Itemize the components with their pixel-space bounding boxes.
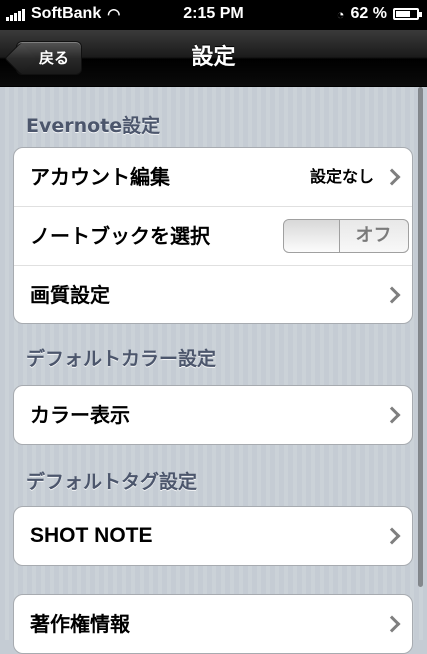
chevron-right-icon: [383, 286, 401, 304]
row-label: アカウント編集: [30, 165, 170, 189]
group-default-tag: SHOT NOTE: [13, 506, 413, 566]
section-header-default-color: デフォルトカラー設定: [26, 348, 217, 370]
row-detail: 設定なし: [309, 167, 374, 186]
alarm-clock-icon: ◔: [336, 6, 345, 22]
row-copyright-info[interactable]: 著作権情報: [14, 595, 412, 653]
toggle-knob: [284, 220, 340, 252]
toggle-state-label: オフ: [355, 225, 392, 246]
navigation-bar: 設定 戻る: [0, 30, 427, 87]
section-header-default-tag: デフォルトタグ設定: [26, 471, 198, 493]
row-label: SHOT NOTE: [30, 524, 153, 547]
chevron-right-icon: [383, 527, 401, 545]
chevron-right-icon: [383, 615, 401, 633]
vertical-scrollbar[interactable]: [418, 87, 423, 587]
status-bar: SoftBank ◠ 2:15 PM ◔ 62 %: [0, 0, 427, 30]
row-shot-note[interactable]: SHOT NOTE: [14, 507, 412, 565]
group-evernote: アカウント編集 設定なし ノートブックを選択 オフ 画質設定: [13, 147, 413, 324]
row-notebook-select: ノートブックを選択 オフ: [14, 207, 412, 266]
battery-percent: 62 %: [350, 5, 387, 22]
row-image-quality[interactable]: 画質設定: [14, 266, 412, 323]
chevron-right-icon: [383, 406, 401, 424]
group-default-color: カラー表示: [13, 385, 413, 445]
back-button[interactable]: 戻る: [16, 41, 83, 75]
section-header-evernote: Evernote設定: [26, 115, 161, 137]
row-label: カラー表示: [30, 403, 130, 427]
back-button-label: 戻る: [39, 49, 70, 67]
settings-list[interactable]: Evernote設定 アカウント編集 設定なし ノートブックを選択 オフ 画質設…: [0, 87, 427, 654]
row-label: 画質設定: [30, 283, 110, 307]
row-label: ノートブックを選択: [30, 224, 210, 248]
row-label: 著作権情報: [30, 612, 130, 636]
status-right: ◔ 62 %: [336, 5, 422, 23]
battery-icon: [393, 8, 422, 20]
row-color-display[interactable]: カラー表示: [14, 386, 412, 444]
battery-fill: [396, 11, 410, 17]
group-copyright: 著作権情報: [13, 594, 413, 654]
chevron-right-icon: [383, 168, 401, 186]
notebook-toggle-switch[interactable]: オフ: [283, 219, 409, 253]
row-account-edit[interactable]: アカウント編集 設定なし: [14, 148, 412, 207]
